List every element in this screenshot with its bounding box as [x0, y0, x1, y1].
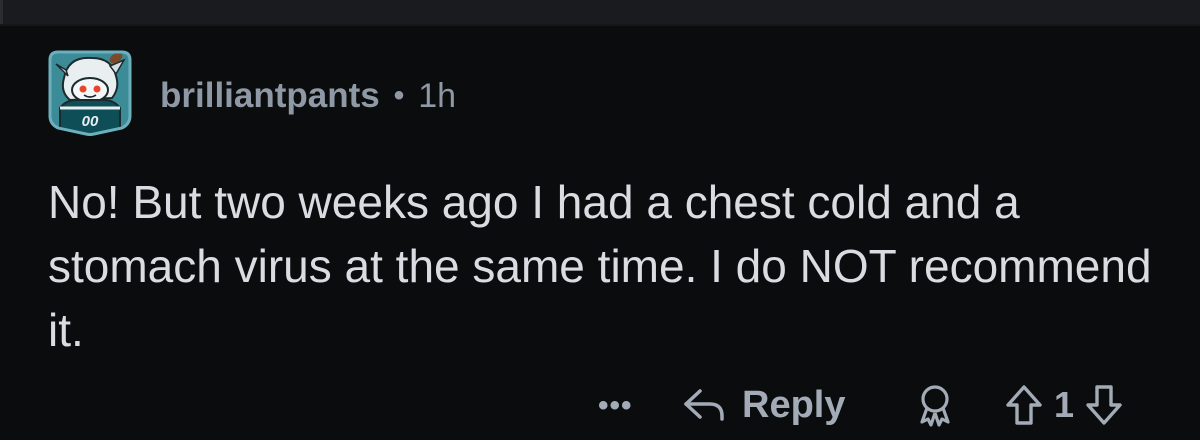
divider [0, 24, 1200, 26]
comment-age: 1h [418, 76, 457, 115]
comment-meta: brilliantpants • 1h [160, 74, 456, 118]
vote-controls: 1 [1004, 382, 1124, 428]
comment-text: No! But two weeks ago I had a chest cold… [48, 176, 1152, 356]
downvote-arrow-icon [1086, 385, 1122, 425]
svg-text:00: 00 [82, 113, 99, 130]
thread-line [0, 0, 3, 24]
meta-separator: • [393, 79, 405, 112]
reply-arrow-icon [682, 385, 726, 425]
more-options-button[interactable]: ••• [598, 386, 633, 426]
reddit-snoo-eagles-avatar-icon: 00 [48, 50, 132, 136]
upvote-button[interactable] [1004, 383, 1044, 427]
comment-screen: 00 brilliantpants • 1h No! But two weeks… [0, 0, 1200, 440]
previous-item-band [0, 0, 1200, 24]
award-button[interactable] [912, 382, 958, 428]
reply-label: Reply [742, 383, 846, 426]
comment-action-bar: ••• Reply 1 [0, 380, 1200, 430]
downvote-button[interactable] [1084, 383, 1124, 427]
author-username[interactable]: brilliantpants [160, 76, 380, 116]
reply-button[interactable]: Reply [682, 380, 845, 430]
upvote-arrow-icon [1006, 385, 1042, 425]
user-avatar[interactable]: 00 [46, 48, 134, 136]
vote-score: 1 [1054, 384, 1075, 425]
award-icon [912, 382, 958, 428]
